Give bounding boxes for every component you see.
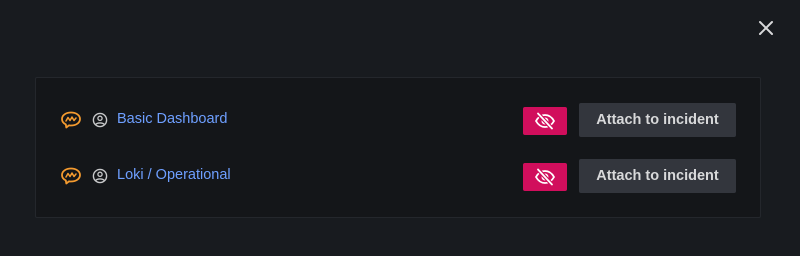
dashboard-link[interactable]: Basic Dashboard (117, 111, 227, 128)
hide-dashboard-button[interactable] (523, 163, 567, 191)
eye-slash-icon (534, 111, 556, 131)
grafana-brain-icon (60, 110, 82, 130)
dashboard-row: Basic Dashboard Attach to incident (36, 103, 760, 137)
hide-dashboard-button[interactable] (523, 107, 567, 135)
grafana-brain-icon (60, 166, 82, 186)
attach-dashboard-modal: Basic Dashboard Attach to incident Loki … (0, 0, 800, 256)
close-icon[interactable] (756, 18, 776, 38)
dashboard-row: Loki / Operational Attach to incident (36, 159, 760, 193)
dashboard-link[interactable]: Loki / Operational (117, 167, 231, 184)
user-circle-icon (92, 112, 108, 128)
attach-to-incident-button[interactable]: Attach to incident (579, 103, 736, 137)
user-circle-icon (92, 168, 108, 184)
attach-to-incident-button[interactable]: Attach to incident (579, 159, 736, 193)
eye-slash-icon (534, 167, 556, 187)
dashboard-list: Basic Dashboard Attach to incident Loki … (35, 77, 761, 218)
